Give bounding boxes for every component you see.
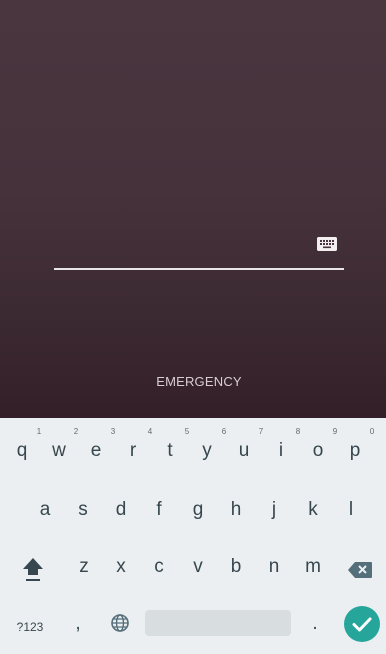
symbols-key[interactable]: ?123 [12,617,48,637]
lock-screen: EMERGENCY q 1w 2e 3r 4t 5y 6u 7i 8o 9p 0 asdfghjkl… [0,0,386,654]
key-t[interactable]: t [154,441,186,461]
comma-key[interactable]: , [68,614,88,634]
key-l[interactable]: l [335,500,367,520]
key-hint-7: 7 [258,427,264,436]
key-x[interactable]: x [105,557,137,577]
key-hint-0: 0 [369,427,375,436]
space-bar[interactable] [145,610,291,636]
key-a[interactable]: a [29,500,61,520]
key-q[interactable]: q [6,441,38,461]
key-hint-9: 9 [332,427,338,436]
key-d[interactable]: d [105,500,137,520]
key-hint-5: 5 [184,427,190,436]
key-h[interactable]: h [220,500,252,520]
key-c[interactable]: c [143,557,175,577]
key-hint-4: 4 [147,427,153,436]
key-w[interactable]: w [43,441,75,461]
emergency-button[interactable]: EMERGENCY [0,374,386,389]
key-hint-3: 3 [110,427,116,436]
key-i[interactable]: i [265,441,297,461]
key-u[interactable]: u [228,441,260,461]
key-z[interactable]: z [68,557,100,577]
key-f[interactable]: f [143,500,175,520]
key-k[interactable]: k [297,500,329,520]
key-j[interactable]: j [258,500,290,520]
key-n[interactable]: n [258,557,290,577]
globe-icon[interactable] [110,613,130,633]
key-g[interactable]: g [182,500,214,520]
password-input[interactable] [54,268,344,270]
lock-background [0,0,386,418]
enter-button[interactable] [344,606,380,642]
key-hint-2: 2 [73,427,79,436]
backspace-icon[interactable] [347,561,373,579]
key-s[interactable]: s [67,500,99,520]
shift-icon[interactable] [21,556,45,584]
key-o[interactable]: o [302,441,334,461]
key-hint-8: 8 [295,427,301,436]
key-hint-1: 1 [36,427,42,436]
keyboard-icon[interactable] [317,237,337,251]
checkmark-icon [352,617,372,632]
key-b[interactable]: b [220,557,252,577]
key-y[interactable]: y [191,441,223,461]
key-m[interactable]: m [297,557,329,577]
key-p[interactable]: p [339,441,371,461]
period-key[interactable]: . [305,614,325,634]
key-e[interactable]: e [80,441,112,461]
key-hint-6: 6 [221,427,227,436]
key-v[interactable]: v [182,557,214,577]
key-r[interactable]: r [117,441,149,461]
